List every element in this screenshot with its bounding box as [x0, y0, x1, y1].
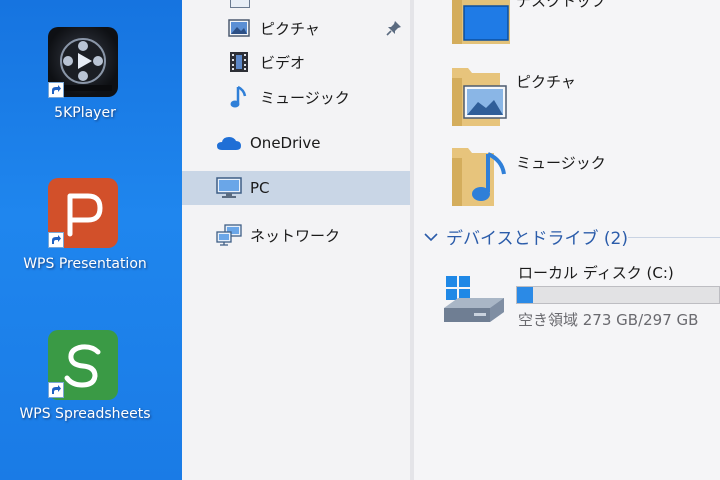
devices-group-label: デバイスとドライブ (2)	[446, 229, 628, 249]
nav-item-label: PC	[250, 179, 270, 197]
nav-item-label: ネットワーク	[250, 226, 341, 245]
drive-c[interactable]	[440, 272, 508, 336]
nav-item-videos[interactable]: ビデオ	[182, 45, 410, 79]
desktop-icon-wps-spreadsheets[interactable]: WPS Spreadsheets	[0, 320, 170, 430]
folder-label: デスクトップ	[516, 0, 607, 10]
content-pane: デスクトップ ピクチャ ミュージック デバイスとドライブ (2) ローカル ディ…	[414, 0, 720, 480]
music-icon	[226, 85, 252, 109]
navigation-pane: ピクチャ ビデオ ミュージック OneDrive PC ネットワーク	[182, 0, 410, 480]
hard-drive-icon	[444, 276, 504, 322]
folder-desktop[interactable]	[450, 0, 512, 50]
pc-icon	[216, 176, 242, 200]
folder-label: ピクチャ	[516, 73, 576, 91]
nav-item-label: ピクチャ	[260, 19, 320, 38]
music-folder-icon	[452, 148, 506, 206]
folder-label: ミュージック	[516, 154, 606, 172]
folder-pictures[interactable]	[450, 66, 512, 132]
pictures-icon	[226, 16, 252, 40]
devices-group-header[interactable]: デバイスとドライブ (2)	[424, 224, 628, 249]
drive-name: ローカル ディスク (C:)	[518, 264, 674, 282]
nav-item-label: ビデオ	[260, 53, 306, 72]
desktop-folder-icon	[452, 0, 510, 44]
desktop-icon-label: WPS Spreadsheets	[19, 406, 151, 422]
nav-item-label: OneDrive	[250, 134, 321, 152]
folder-music[interactable]	[450, 146, 512, 212]
network-icon	[216, 223, 242, 247]
shortcut-arrow-icon	[48, 232, 64, 248]
group-divider	[628, 237, 720, 238]
pictures-folder-icon	[452, 68, 507, 126]
drive-usage-bar	[516, 286, 720, 304]
desktop-nav-icon	[230, 0, 250, 8]
desktop-icon-5kplayer[interactable]: 5KPlayer	[0, 0, 170, 130]
desktop-area: 5KPlayer WPS Presentation WPS Spreadshee…	[0, 0, 182, 480]
desktop-icon-label: 5KPlayer	[54, 105, 116, 121]
desktop-icon-wps-presentation[interactable]: WPS Presentation	[0, 170, 170, 280]
drive-free-space: 空き領域 273 GB/297 GB	[518, 311, 699, 329]
drive-usage-fill	[517, 287, 534, 303]
nav-item-pictures[interactable]: ピクチャ	[182, 11, 410, 45]
desktop-icon-label: WPS Presentation	[23, 256, 147, 272]
pin-icon[interactable]	[386, 20, 402, 40]
shortcut-arrow-icon	[48, 382, 64, 398]
nav-item-network[interactable]: ネットワーク	[182, 218, 410, 252]
nav-item-pc[interactable]: PC	[182, 171, 410, 205]
nav-item-onedrive[interactable]: OneDrive	[182, 126, 410, 160]
onedrive-icon	[216, 131, 242, 155]
shortcut-arrow-icon	[48, 82, 64, 98]
chevron-down-icon	[424, 227, 438, 247]
videos-icon	[226, 50, 252, 74]
nav-item-label: ミュージック	[260, 88, 350, 107]
nav-item-music[interactable]: ミュージック	[182, 80, 410, 114]
